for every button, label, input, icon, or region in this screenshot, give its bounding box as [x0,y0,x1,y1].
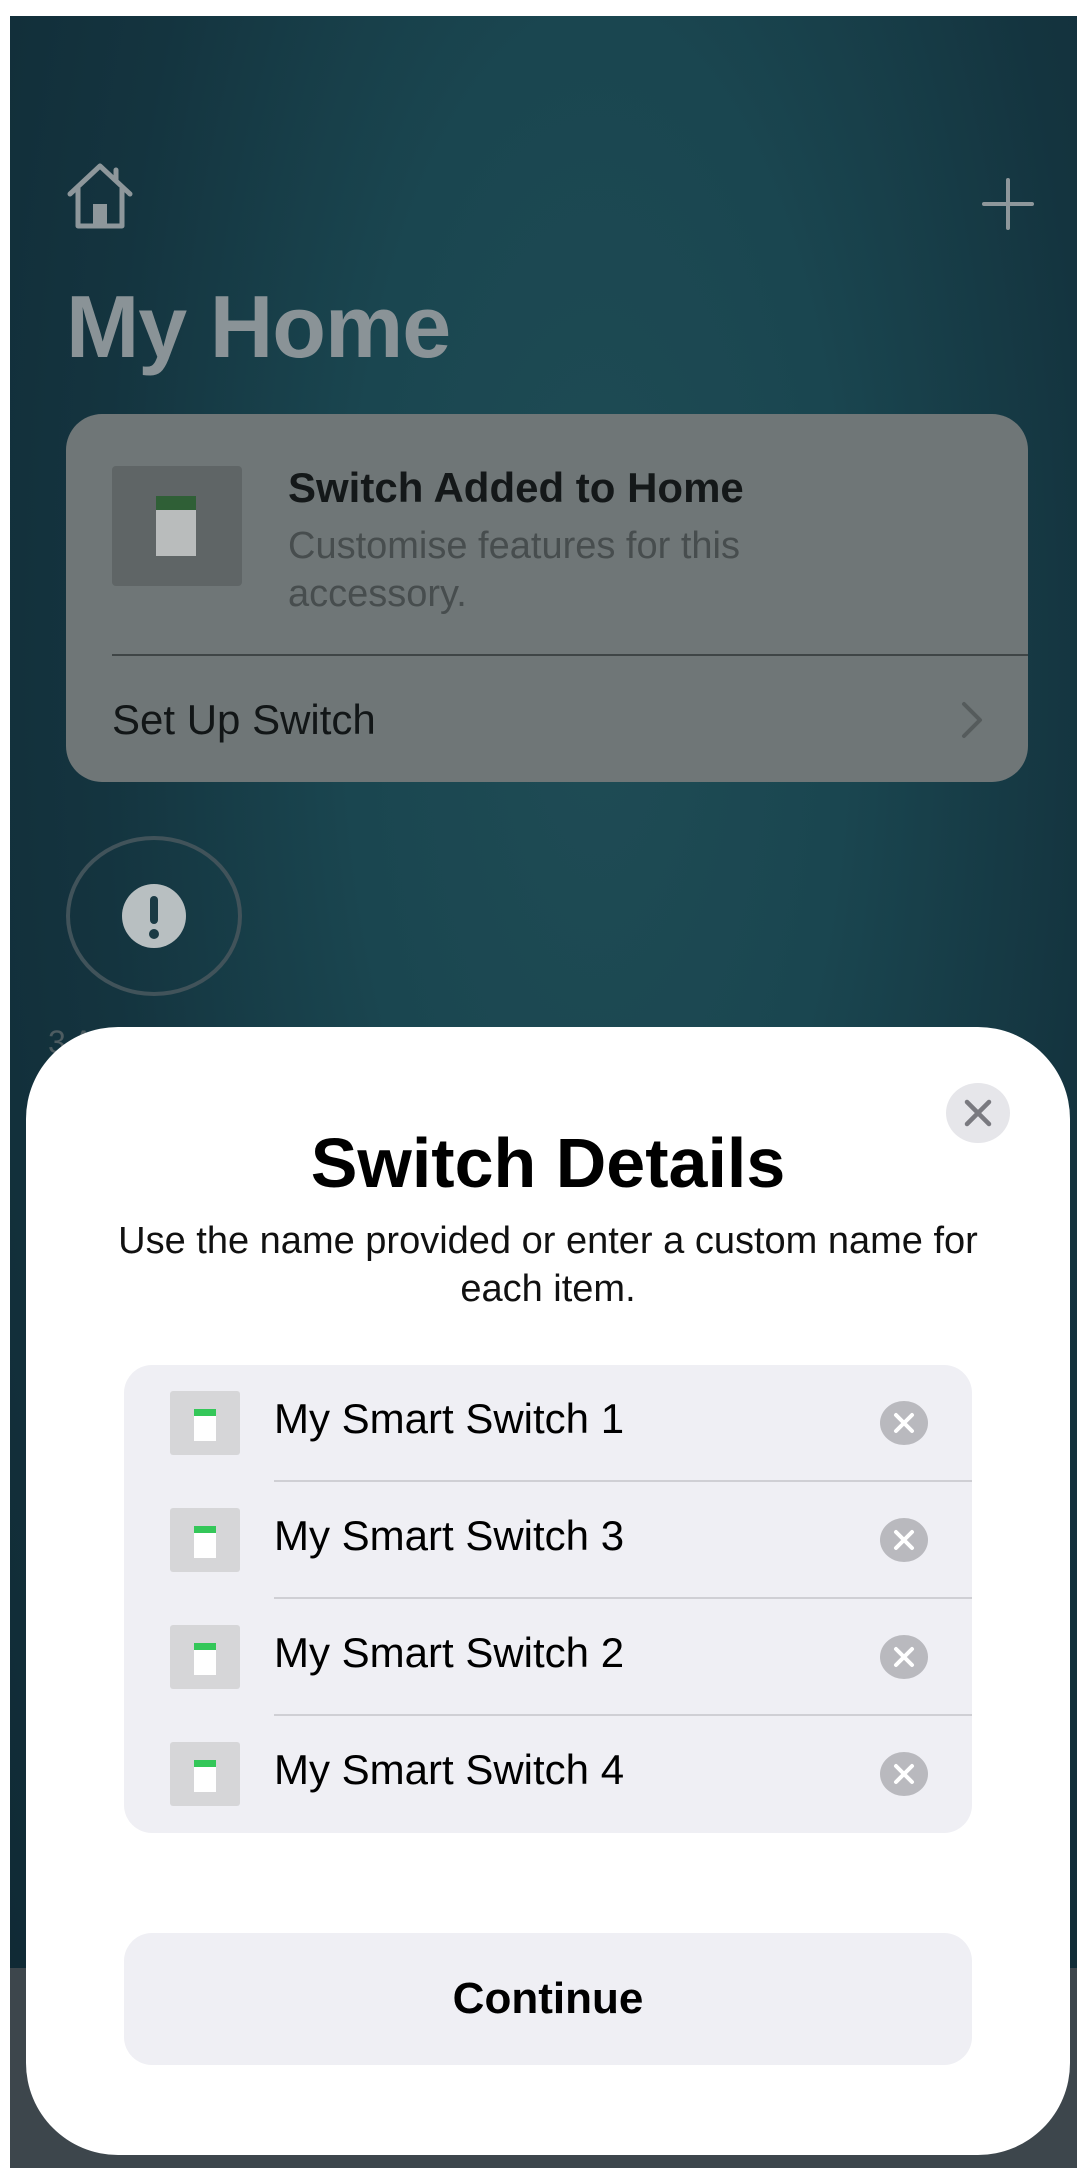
set-up-switch-label: Set Up Switch [112,696,376,743]
switch-name-field[interactable]: My Smart Switch 2 [274,1629,834,1677]
light-switch-icon [170,1742,240,1806]
chevron-right-icon [962,702,982,738]
accessory-added-card[interactable]: Switch Added to Home Customise features … [66,414,1028,782]
sheet-description: Use the name provided or enter a custom … [118,1220,978,1310]
light-switch-icon [170,1391,240,1455]
clear-text-icon[interactable] [880,1401,928,1445]
continue-button[interactable]: Continue [124,1933,972,2065]
switch-details-sheet: Switch Details Use the name provided or … [26,1027,1070,2155]
exclamation-circle-icon [122,884,186,948]
switch-name-field[interactable]: My Smart Switch 3 [274,1512,834,1560]
switch-plate [194,1409,216,1441]
switch-led [194,1526,216,1533]
sheet-title: Switch Details [310,1124,786,1202]
switch-name-list: My Smart Switch 1 My Smart Switch 3 My S… [124,1365,972,1833]
switch-led [156,496,196,510]
switch-led [194,1409,216,1416]
clear-text-icon[interactable] [880,1635,928,1679]
switch-name-field[interactable]: My Smart Switch 1 [274,1395,834,1443]
set-up-switch-row[interactable]: Set Up Switch [66,656,1028,782]
light-switch-icon [170,1625,240,1689]
switch-led [194,1643,216,1650]
plus-icon[interactable] [980,176,1036,232]
page-title: My Home [66,277,451,376]
light-switch-icon [112,466,242,586]
switch-led [194,1760,216,1767]
switch-plate [194,1526,216,1558]
house-icon[interactable] [60,156,140,236]
list-item[interactable]: My Smart Switch 1 [124,1365,972,1482]
list-item[interactable]: My Smart Switch 3 [124,1482,972,1599]
accessories-status-tile[interactable] [66,836,242,996]
switch-plate [194,1643,216,1675]
card-title: Switch Added to Home [288,464,744,511]
switch-plate [194,1760,216,1792]
switch-plate [156,496,196,556]
clear-text-icon[interactable] [880,1518,928,1562]
list-item[interactable]: My Smart Switch 2 [124,1599,972,1716]
card-subtitle: Customise features for this accessory. [288,525,740,615]
list-item[interactable]: My Smart Switch 4 [124,1716,972,1833]
clear-text-icon[interactable] [880,1752,928,1796]
switch-name-field[interactable]: My Smart Switch 4 [274,1746,834,1794]
light-switch-icon [170,1508,240,1572]
